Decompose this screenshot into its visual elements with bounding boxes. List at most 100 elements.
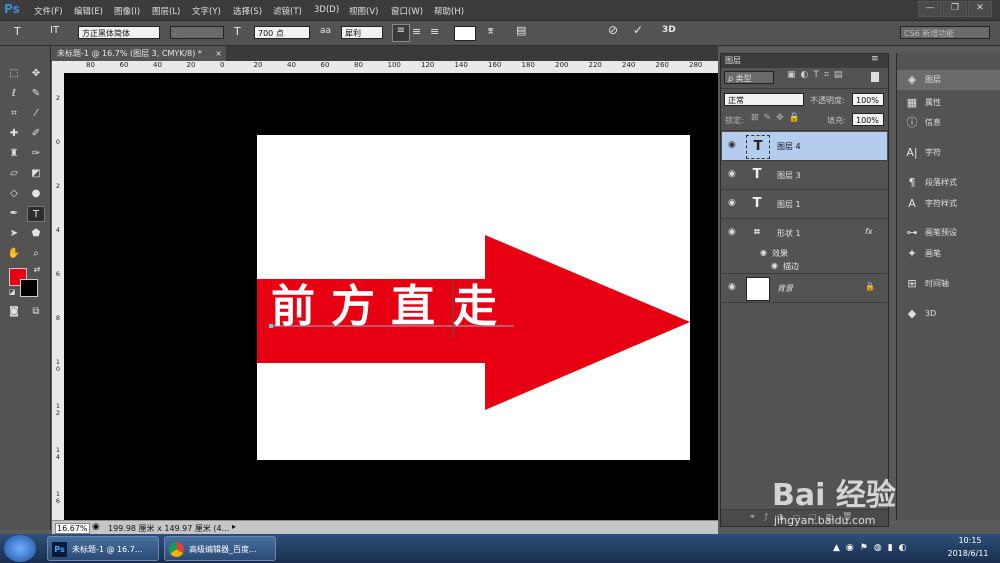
layer-name[interactable]: 图层 1	[777, 199, 801, 210]
menu-image[interactable]: 图像(I)	[114, 5, 140, 17]
align-center-icon[interactable]: ≡	[412, 25, 421, 38]
panel-timeline[interactable]: ⊞ 时间轴	[897, 274, 1000, 294]
layer-row-3[interactable]: ◉ T 图层 3	[722, 161, 887, 190]
layer-name[interactable]: 背景	[777, 283, 793, 294]
menu-help[interactable]: 帮助(H)	[434, 5, 464, 17]
warp-text-icon[interactable]: ⌆	[486, 24, 495, 37]
commit-icon[interactable]: ✓	[633, 23, 643, 37]
marquee-tool-icon[interactable]: ⬚	[5, 66, 23, 82]
cancel-icon[interactable]: ⊘	[608, 23, 618, 37]
panel-character[interactable]: A| 字符	[897, 143, 1000, 163]
quick-select-tool-icon[interactable]: ✎	[27, 86, 45, 102]
stamp-tool-icon[interactable]: ♜	[5, 146, 23, 162]
panel-layers[interactable]: ◈ 图层	[897, 70, 1000, 90]
swap-colors-icon[interactable]: ⇄	[28, 262, 46, 278]
layer-filter-icons[interactable]: ▣◐T⌗▤	[787, 70, 847, 80]
pasteboard[interactable]: 前 方 直 走	[64, 73, 718, 520]
workspace-select[interactable]: CS6 新增功能	[900, 26, 990, 39]
visibility-eye-icon[interactable]: ◉	[728, 227, 736, 237]
minimize-button[interactable]: —	[918, 1, 942, 17]
layer-name[interactable]: 图层 4	[777, 141, 801, 152]
align-right-icon[interactable]: ≡	[430, 25, 439, 38]
healing-tool-icon[interactable]: ✚	[5, 126, 23, 142]
layer-row-4[interactable]: ◉ T 图层 4	[722, 132, 887, 161]
status-info-icon[interactable]: ◉	[92, 522, 100, 532]
status-expand-icon[interactable]: ▸	[232, 522, 236, 531]
layer-name[interactable]: 图层 3	[777, 170, 801, 181]
visibility-eye-icon[interactable]: ◉	[728, 169, 736, 179]
lock-icons[interactable]: ⊠✎✥🔒	[751, 113, 805, 123]
panel-brush-presets[interactable]: ⊶ 画笔预设	[897, 223, 1000, 243]
fill-field[interactable]: 100%	[852, 113, 884, 126]
screen-mode-icon[interactable]: ⧉	[27, 304, 45, 320]
menu-edit[interactable]: 编辑(E)	[74, 5, 103, 17]
antialias-select[interactable]: 犀利	[341, 26, 383, 39]
layer-row-shape[interactable]: ◉ ⌗ 形状 1 fx ◉ 效果 ◉ 描边	[722, 219, 887, 274]
start-button[interactable]	[4, 535, 36, 562]
lasso-tool-icon[interactable]: ℓ	[5, 86, 23, 102]
menu-3d[interactable]: 3D(D)	[314, 5, 339, 15]
layer-row-1[interactable]: ◉ T 图层 1	[722, 190, 887, 219]
blur-tool-icon[interactable]: ◇	[5, 186, 23, 202]
menu-window[interactable]: 窗口(W)	[391, 5, 423, 17]
canvas-text-layer[interactable]: 前 方 直 走	[271, 281, 511, 337]
taskbar-chrome[interactable]: 高级编辑器_百度...	[164, 536, 276, 561]
filter-toggle[interactable]	[871, 72, 879, 82]
default-colors-icon[interactable]: ◪	[3, 284, 21, 300]
type-tool-preset-icon[interactable]: T	[14, 25, 21, 38]
menu-filter[interactable]: 滤镜(T)	[273, 5, 302, 17]
zoom-tool-icon[interactable]: ⌕	[27, 246, 45, 262]
eraser-tool-icon[interactable]: ▱	[5, 166, 23, 182]
quick-mask-icon[interactable]: ◙	[5, 304, 23, 320]
menu-type[interactable]: 文字(Y)	[192, 5, 221, 17]
pen-tool-icon[interactable]: ✒	[5, 206, 23, 222]
effects-eye-icon[interactable]: ◉	[760, 248, 767, 257]
document-tab[interactable]: 未标题-1 @ 16.7% (图层 3, CMYK/8) * ×	[51, 46, 226, 61]
brush-tool-icon[interactable]: ✐	[27, 126, 45, 142]
layer-filter-select[interactable]: ρ 类型	[724, 71, 774, 84]
character-panel-icon[interactable]: ▤	[516, 24, 526, 37]
panel-brush[interactable]: ✦ 画笔	[897, 244, 1000, 264]
restore-button[interactable]: ❐	[943, 1, 967, 17]
tab-close-icon[interactable]: ×	[215, 46, 222, 61]
panel-character-style[interactable]: A 字符样式	[897, 194, 1000, 214]
panel-3d[interactable]: ◆ 3D	[897, 304, 1000, 324]
align-left-icon[interactable]: ≡	[392, 24, 410, 42]
fx-icon[interactable]: fx	[865, 227, 873, 236]
menu-select[interactable]: 选择(S)	[233, 5, 262, 17]
shape-tool-icon[interactable]: ⬟	[27, 226, 45, 242]
move-tool-icon[interactable]: ✥	[27, 66, 45, 82]
crop-tool-icon[interactable]: ⌗	[5, 106, 23, 122]
clock-date[interactable]: 2018/6/11	[940, 549, 996, 558]
tray-icons[interactable]: ▲◉⚑◍▮◐	[833, 543, 913, 553]
font-size-select[interactable]: 700 点	[254, 26, 310, 39]
background-color-swatch[interactable]	[20, 279, 38, 297]
type-tool-icon[interactable]: T	[27, 206, 45, 222]
panel-properties[interactable]: ▦ 属性	[897, 93, 1000, 113]
panel-paragraph-style[interactable]: ¶ 段落样式	[897, 173, 1000, 193]
menu-layer[interactable]: 图层(L)	[152, 5, 180, 17]
3d-button[interactable]: 3D	[662, 25, 676, 35]
text-orientation-icon[interactable]: IT	[50, 25, 59, 36]
visibility-eye-icon[interactable]: ◉	[728, 198, 736, 208]
opacity-field[interactable]: 100%	[852, 93, 884, 106]
blend-mode-select[interactable]: 正常	[724, 93, 804, 106]
ruler-corner[interactable]	[52, 61, 64, 73]
text-color-swatch[interactable]	[454, 26, 476, 41]
font-family-select[interactable]: 方正黑体简体	[78, 26, 160, 39]
path-select-tool-icon[interactable]: ➤	[5, 226, 23, 242]
font-style-select[interactable]: -	[170, 26, 224, 39]
eyedropper-tool-icon[interactable]: ⁄	[27, 106, 45, 122]
bucket-tool-icon[interactable]: ◩	[27, 166, 45, 182]
menu-view[interactable]: 视图(V)	[349, 5, 378, 17]
close-button[interactable]: ✕	[968, 1, 992, 17]
zoom-level-field[interactable]: 16.67%	[55, 523, 90, 534]
clock-time[interactable]: 10:15	[948, 536, 992, 545]
taskbar-photoshop[interactable]: Ps 未标题-1 @ 16.7...	[47, 536, 159, 561]
layer-name[interactable]: 形状 1	[777, 228, 801, 239]
history-brush-icon[interactable]: ✑	[27, 146, 45, 162]
visibility-eye-icon[interactable]: ◉	[728, 140, 736, 150]
visibility-eye-icon[interactable]: ◉	[728, 282, 736, 292]
panel-info[interactable]: ⓘ 信息	[897, 113, 1000, 133]
menu-file[interactable]: 文件(F)	[34, 5, 63, 17]
